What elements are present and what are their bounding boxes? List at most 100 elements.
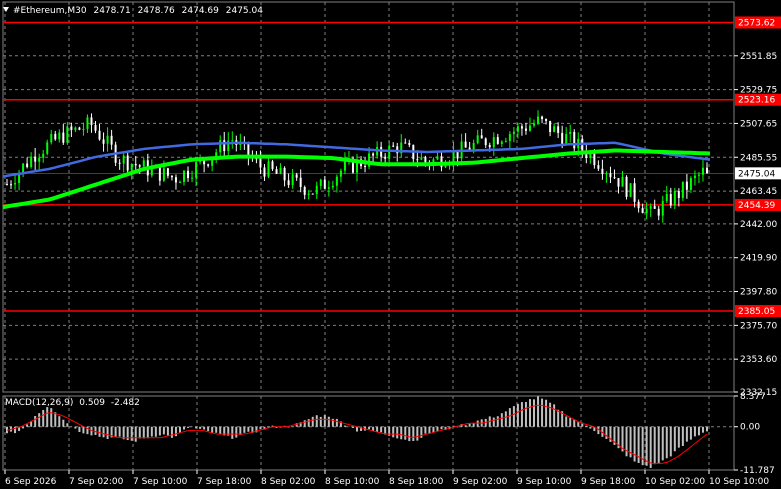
candle-body	[661, 200, 664, 216]
current-price-label: 2475.04	[738, 169, 775, 179]
candle-body	[706, 167, 708, 174]
candle-body	[665, 194, 668, 201]
candle-body	[605, 173, 608, 175]
candle-body	[372, 153, 375, 156]
macd-y-tick-label: -11.787	[740, 466, 775, 476]
candle-body	[287, 180, 290, 186]
candle-body	[597, 165, 600, 169]
candle-body	[162, 168, 165, 181]
candle-body	[275, 169, 278, 174]
candle-body	[54, 133, 57, 140]
ohlc-close: 2475.04	[226, 6, 263, 16]
candle-body	[444, 165, 447, 168]
candle-body	[343, 160, 346, 171]
candle-body	[404, 142, 407, 144]
candle-body	[299, 177, 302, 188]
candle-body	[66, 126, 69, 143]
candle-body	[673, 191, 676, 206]
svg-text:#Ethereum,M30 2478.71: #Ethereum,M30 2478.71 2478.76 2474.69 24…	[13, 6, 263, 16]
candle-body	[657, 208, 660, 216]
price-chart[interactable]: 2573.62 2523.16 2454.39 2385.05 2475.04 2551…	[0, 0, 781, 489]
y-tick-label: 2397.80	[740, 288, 777, 298]
ohlc-open: 2478.71	[93, 6, 130, 16]
candle-body	[315, 185, 318, 194]
candle-body	[388, 145, 391, 159]
candle-body	[601, 168, 604, 175]
y-tick-label: 2529.75	[740, 86, 777, 96]
level-label: 2523.16	[738, 96, 775, 106]
candle-body	[70, 126, 73, 131]
candle-body	[34, 156, 37, 162]
candle-body	[681, 181, 684, 199]
candle-body	[533, 123, 536, 126]
candle-body	[641, 208, 644, 214]
level-label: 2573.62	[738, 18, 775, 28]
x-tick-label: 7 Sep 10:00	[133, 477, 188, 487]
candle-body	[82, 128, 85, 130]
y-tick-label: 2507.65	[740, 119, 777, 129]
candle-body	[553, 126, 556, 133]
candle-body	[541, 116, 544, 120]
candle-body	[520, 126, 523, 129]
candle-body	[380, 146, 383, 157]
x-tick-label: 8 Sep 18:00	[389, 477, 444, 487]
candle-body	[126, 155, 129, 171]
y-tick-label: 2442.00	[740, 220, 777, 230]
candle-body	[166, 168, 169, 176]
candle-body	[420, 157, 423, 160]
candle-body	[203, 160, 206, 165]
candle-body	[58, 132, 61, 140]
level-label: 2385.05	[738, 307, 775, 317]
candle-body	[637, 201, 640, 209]
candle-body	[38, 157, 41, 162]
candle-body	[625, 176, 628, 197]
candle-body	[593, 153, 596, 166]
candle-body	[617, 178, 620, 187]
candle-body	[464, 141, 467, 148]
candle-body	[142, 160, 145, 167]
candle-body	[98, 130, 101, 140]
candle-body	[537, 116, 540, 124]
y-tick-label: 2419.90	[740, 254, 777, 264]
candle-body	[183, 170, 186, 182]
candle-body	[223, 140, 226, 152]
candle-body	[685, 181, 688, 190]
candle-body	[384, 156, 387, 159]
candle-body	[573, 131, 576, 149]
candle-body	[697, 174, 700, 176]
candle-body	[279, 167, 282, 174]
candle-body	[46, 142, 49, 154]
candle-body	[500, 141, 503, 144]
candle-body	[508, 134, 511, 141]
candle-body	[436, 156, 439, 160]
candle-body	[424, 157, 427, 163]
macd-y-tick-label: 8.377	[740, 392, 766, 402]
y-tick-label: 2463.45	[740, 187, 777, 197]
candle-body	[335, 176, 338, 186]
candle-body	[561, 132, 564, 145]
symbol-title: #Ethereum,M30	[13, 6, 87, 16]
candle-body	[331, 185, 334, 188]
y-tick-label: 2353.60	[740, 355, 777, 365]
candle-body	[484, 138, 487, 146]
candle-body	[524, 128, 527, 131]
candle-body	[677, 191, 680, 199]
candle-body	[22, 163, 25, 173]
x-tick-label: 9 Sep 18:00	[581, 477, 636, 487]
candle-body	[174, 177, 177, 183]
candle-body	[669, 194, 672, 206]
candle-body	[629, 183, 632, 197]
candle-body	[307, 193, 310, 195]
candle-body	[452, 150, 455, 163]
candle-body	[178, 181, 181, 183]
candle-body	[259, 158, 262, 168]
candle-body	[102, 139, 105, 144]
candle-body	[319, 179, 322, 186]
ohlc-low: 2474.69	[182, 6, 219, 16]
candle-body	[364, 166, 367, 168]
candle-body	[74, 127, 77, 131]
candle-body	[504, 140, 507, 142]
candle-body	[106, 135, 109, 144]
candle-body	[323, 179, 326, 189]
ohlc-high: 2478.76	[138, 6, 175, 16]
